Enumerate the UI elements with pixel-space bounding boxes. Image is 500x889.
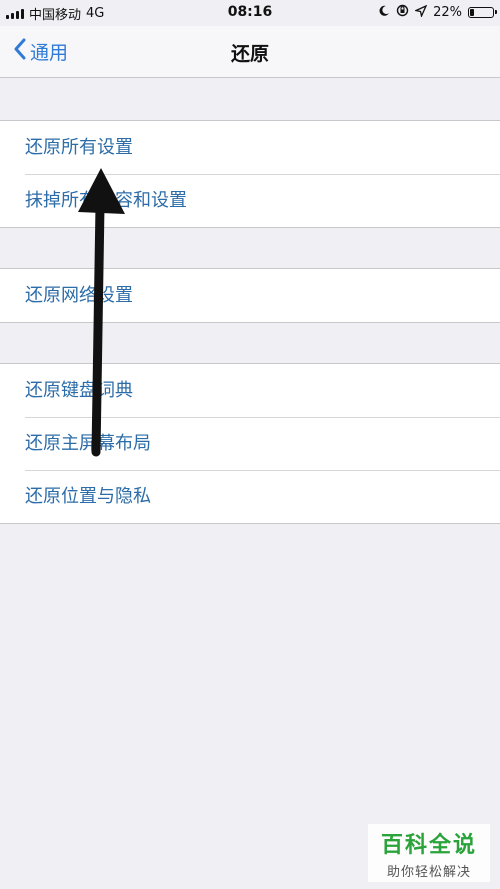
navigation-bar: 通用 还原	[0, 26, 500, 78]
reset-network-settings-row[interactable]: 还原网络设置	[0, 269, 500, 322]
battery-icon	[468, 7, 497, 18]
battery-percent: 22%	[433, 5, 462, 20]
reset-all-settings-row[interactable]: 还原所有设置	[0, 121, 500, 174]
page-title: 还原	[230, 43, 269, 65]
status-right: 22%	[378, 4, 497, 21]
orientation-lock-icon	[396, 4, 409, 21]
reset-location-privacy-row[interactable]: 还原位置与隐私	[0, 470, 500, 523]
battery-fill	[470, 9, 474, 16]
watermark-subtitle: 助你轻松解决	[386, 865, 471, 880]
reset-home-screen-layout-row[interactable]: 还原主屏幕布局	[0, 417, 500, 470]
watermark-title: 百科全说	[380, 833, 477, 858]
reset-group-2: 还原网络设置	[0, 268, 500, 323]
watermark: 百科全说 助你轻松解决	[368, 824, 490, 882]
erase-all-content-row[interactable]: 抹掉所有内容和设置	[0, 174, 500, 227]
reset-group-3: 还原键盘词典 还原主屏幕布局 还原位置与隐私	[0, 363, 500, 524]
location-icon	[414, 4, 428, 21]
reset-group-1: 还原所有设置 抹掉所有内容和设置	[0, 120, 500, 228]
status-bar: 中国移动 4G 08:16 22%	[0, 0, 500, 26]
moon-icon	[378, 5, 390, 21]
reset-keyboard-dictionary-row[interactable]: 还原键盘词典	[0, 364, 500, 417]
